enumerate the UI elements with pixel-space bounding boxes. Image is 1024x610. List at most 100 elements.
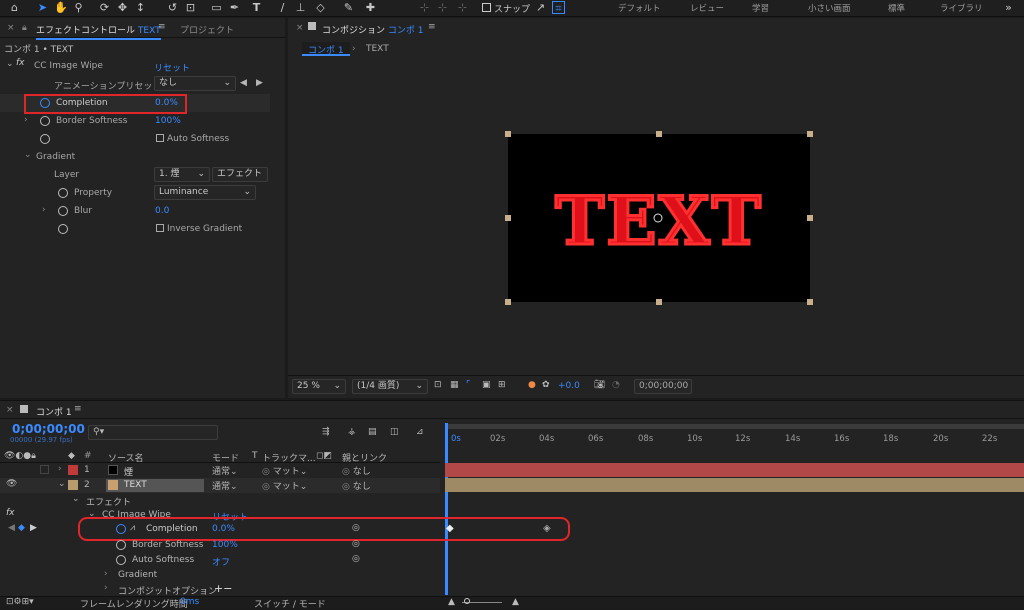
border-softness-value[interactable]: 100% <box>155 116 181 126</box>
puppet-tool-icon[interactable]: ✚ <box>364 1 377 14</box>
handle-bottom[interactable] <box>656 299 662 305</box>
eye-icon[interactable]: 👁︎ <box>6 479 17 489</box>
collapse-icon[interactable]: ⌄ <box>6 59 14 69</box>
add-option-icon[interactable]: +− <box>214 582 232 595</box>
stopwatch-icon[interactable] <box>116 555 126 565</box>
more-workspaces-icon[interactable]: » <box>1002 1 1015 14</box>
close-icon[interactable]: × <box>296 23 304 33</box>
crumb-comp[interactable]: コンポ 1 <box>302 42 350 56</box>
expression-pickwhip-icon[interactable]: ◎ <box>352 539 360 549</box>
border-softness-value[interactable]: 100% <box>212 540 238 550</box>
layer-bar-1[interactable] <box>445 463 1024 477</box>
lock-icon[interactable]: 🔒︎ <box>22 23 27 33</box>
exposure-value[interactable]: +0.0 <box>558 381 580 391</box>
zoom-out-icon[interactable]: ▲ <box>448 597 455 607</box>
expand-icon[interactable]: › <box>104 583 108 593</box>
tab-effect-controls[interactable]: エフェクトコントロール TEXT <box>36 23 161 40</box>
selection-tool-icon[interactable]: ➤ <box>36 1 49 14</box>
snap-checkbox[interactable] <box>482 3 491 12</box>
handle-top-right[interactable] <box>807 131 813 137</box>
hide-shy-icon[interactable]: ▤ <box>368 427 377 437</box>
preset-dropdown[interactable]: なし ⌄ <box>154 76 236 91</box>
expand-icon[interactable]: › <box>104 569 108 579</box>
tab-timeline-comp[interactable]: コンポ 1 <box>36 405 72 418</box>
tab-composition[interactable]: コンポジション コンポ 1 <box>322 23 423 36</box>
orbit-tool-icon[interactable]: ⟳ <box>98 1 111 14</box>
composition-canvas[interactable]: TEXT <box>508 134 810 302</box>
frame-blending-icon[interactable]: ◫ <box>390 427 399 437</box>
collapse-icon[interactable]: ⌄ <box>24 150 32 160</box>
next-preset-icon[interactable]: ▶ <box>256 78 263 88</box>
workspace-learn[interactable]: 学習 <box>752 2 769 14</box>
stopwatch-icon[interactable] <box>40 116 50 126</box>
anchor-tool-icon[interactable]: ⊡ <box>184 1 197 14</box>
mask-visibility-icon[interactable]: ⌜ <box>466 380 470 390</box>
snap-option-icon[interactable]: ↗ <box>534 1 547 14</box>
clone-tool-icon[interactable]: ⊥ <box>294 1 307 14</box>
home-icon[interactable]: ⌂ <box>8 1 21 14</box>
layer-row-1[interactable]: › 1 煙 通常⌄ ◎ マット⌄ ◎ なし <box>0 463 440 478</box>
stopwatch-icon[interactable] <box>40 134 50 144</box>
tab-project[interactable]: プロジェクト <box>180 23 234 36</box>
color-management-icon[interactable]: ✿ <box>542 380 550 390</box>
parent-dropdown[interactable]: ◎ なし <box>342 464 371 477</box>
layer-mode-dropdown[interactable]: エフェクト <box>212 167 268 182</box>
reset-link[interactable]: リセット <box>154 61 190 74</box>
color-channel-icon[interactable]: ● <box>528 380 536 390</box>
handle-bottom-right[interactable] <box>807 299 813 305</box>
matte-dropdown[interactable]: ◎ マット⌄ <box>262 479 307 492</box>
playhead[interactable] <box>445 423 448 595</box>
blur-value[interactable]: 0.0 <box>155 206 169 216</box>
rotate-tool-icon[interactable]: ↺ <box>166 1 179 14</box>
region-of-interest-icon[interactable]: ▣ <box>482 380 491 390</box>
mode-dropdown[interactable]: 通常⌄ <box>212 479 238 492</box>
zoom-slider-thumb[interactable] <box>464 598 470 604</box>
draft-3d-icon[interactable]: ⚶ <box>348 427 356 437</box>
workspace-standard[interactable]: 標準 <box>888 2 905 14</box>
layer-dropdown[interactable]: 1. 煙 ⌄ <box>154 167 210 182</box>
brush-tool-icon[interactable]: ∕ <box>276 1 289 14</box>
rectangle-tool-icon[interactable]: ▭ <box>210 1 223 14</box>
comp-mini-flowchart-icon[interactable]: ⇶ <box>322 427 330 437</box>
auto-softness-checkbox[interactable]: Auto Softness <box>156 134 229 144</box>
auto-softness-value[interactable]: オフ <box>212 555 230 568</box>
prev-keyframe-icon[interactable]: ◀ <box>8 523 15 533</box>
label-color[interactable] <box>68 480 78 490</box>
collapse-icon[interactable]: ⌄ <box>72 494 80 504</box>
zoom-tool-icon[interactable]: ⚲ <box>72 1 85 14</box>
axis-view-icon[interactable]: ⊹ <box>456 1 469 14</box>
stopwatch-icon[interactable] <box>58 206 68 216</box>
type-tool-icon[interactable]: T <box>250 1 263 14</box>
fx-icon[interactable]: fx <box>6 508 15 518</box>
crumb-layer[interactable]: TEXT <box>366 44 389 54</box>
pen-tool-icon[interactable]: ✒ <box>228 1 241 14</box>
panel-menu-icon[interactable]: ≡ <box>428 22 436 32</box>
handle-top-left[interactable] <box>505 131 511 137</box>
layer-name[interactable]: TEXT <box>124 480 147 490</box>
fast-preview-icon[interactable]: ⊡ <box>434 380 442 390</box>
workspace-review[interactable]: レビュー <box>690 2 724 14</box>
resolution-dropdown[interactable]: (1/4 画質) ⌄ <box>352 379 428 394</box>
hand-tool-icon[interactable]: ✋ <box>54 1 68 14</box>
time-ruler[interactable]: 0s 02s 04s 06s 08s 10s 12s 14s 16s 18s 2… <box>445 421 1024 449</box>
roto-tool-icon[interactable]: ✎ <box>342 1 355 14</box>
mode-dropdown[interactable]: 通常⌄ <box>212 464 238 477</box>
handle-top[interactable] <box>656 131 662 137</box>
fx-icon[interactable]: fx <box>16 58 25 68</box>
transparency-grid-icon[interactable]: ▦ <box>450 380 459 390</box>
panel-menu-icon[interactable]: ≡ <box>158 22 166 32</box>
inverse-gradient-checkbox[interactable]: Inverse Gradient <box>156 224 242 234</box>
footer-toggle-icons[interactable]: ⊡⚙⊞▾ <box>6 597 34 607</box>
workspace-small-screen[interactable]: 小さい画面 <box>808 2 851 14</box>
label-color[interactable] <box>68 465 78 475</box>
parent-dropdown[interactable]: ◎ なし <box>342 479 371 492</box>
zoom-dropdown[interactable]: 25 % ⌄ <box>292 379 346 394</box>
property-dropdown[interactable]: Luminance ⌄ <box>154 185 256 200</box>
axis-local-icon[interactable]: ⊹ <box>418 1 431 14</box>
graph-editor-icon[interactable]: ⊿ <box>416 427 424 437</box>
work-area-bar[interactable] <box>445 424 1024 429</box>
handle-bottom-left[interactable] <box>505 299 511 305</box>
workspace-library[interactable]: ライブラリ <box>940 2 983 14</box>
stopwatch-icon[interactable] <box>58 188 68 198</box>
handle-left[interactable] <box>505 215 511 221</box>
